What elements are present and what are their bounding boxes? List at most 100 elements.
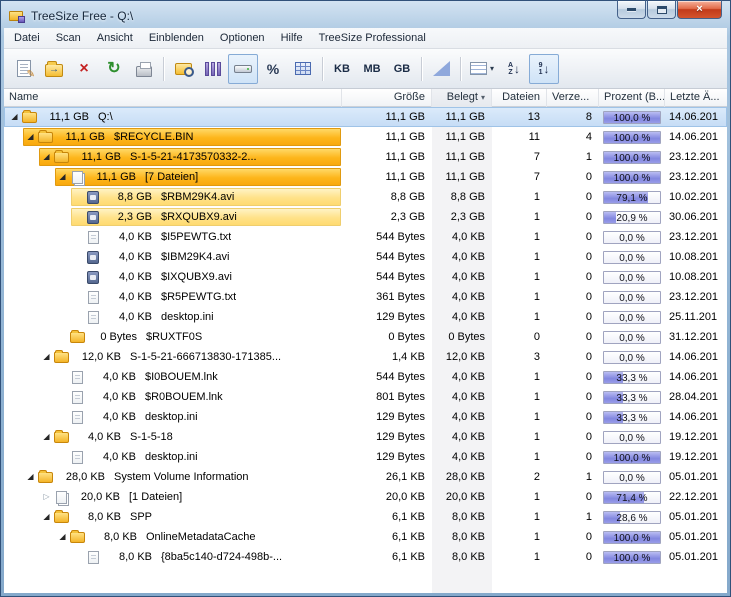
percent-value: 0,0 % [619, 312, 645, 324]
table-row[interactable]: 4,0 KB $I5PEWTG.txt 544 Bytes 4,0 KB 1 0 0,0 %… [4, 227, 727, 247]
column-header-belegt[interactable]: Belegt ▾ [432, 89, 492, 107]
table-row[interactable]: ▷ 20,0 KB [1 Dateien] 20,0 KB 20,0 KB 1 0 71,4 … [4, 487, 727, 507]
grid-view-button[interactable] [288, 54, 318, 84]
name-cell: ◢ 8,0 KB OnlineMetadataCache [4, 527, 342, 547]
file-icon [88, 310, 99, 324]
column-header-gr-e[interactable]: Größe [342, 89, 432, 107]
export-report-button[interactable] [9, 54, 39, 84]
date-cell: 14.06.201 [669, 131, 718, 143]
table-row[interactable]: 2,3 GB $RXQUBX9.avi 2,3 GB 2,3 GB 1 0 20,9 % 30… [4, 207, 727, 227]
menu-item-einblenden[interactable]: Einblenden [141, 29, 212, 47]
name-cell: 4,0 KB $I5PEWTG.txt [4, 227, 342, 247]
table-row[interactable]: ◢ 28,0 KB System Volume Information 26,1 KB… [4, 467, 727, 487]
percent-bar: 0,0 % [603, 330, 661, 344]
percent-bar: 79,1 % [603, 190, 661, 204]
percent-bar: 100,0 % [603, 530, 661, 544]
unit-mb-button[interactable]: MB [357, 54, 387, 84]
table-row[interactable]: ◢ 4,0 KB S-1-5-18 129 Bytes 4,0 KB 1 0 0,0 % 19.… [4, 427, 727, 447]
table-row[interactable]: 8,8 GB $RBM29K4.avi 8,8 GB 8,8 GB 1 0 79,1 % 10… [4, 187, 727, 207]
verze-cell: 0 [585, 551, 592, 563]
item-size-label: 11,1 GB [96, 171, 136, 183]
table-row[interactable]: ◢ 8,0 KB SPP 6,1 KB 8,0 KB 1 1 28,6 % 05.01.201 [4, 507, 727, 527]
app-window: TreeSize Free - Q:\ × Datei Scan Ansicht Ei… [0, 0, 731, 597]
belegt-cell: 2,3 GB [450, 211, 485, 223]
column-header-name[interactable]: Name [4, 89, 342, 107]
search-button[interactable] [168, 54, 198, 84]
columns-view-button[interactable] [198, 54, 228, 84]
tree-expander-icon[interactable]: ◢ [56, 173, 69, 181]
column-header-prozent-b[interactable]: Prozent (B... [599, 89, 665, 107]
close-button[interactable]: × [677, 0, 722, 19]
minimize-button[interactable] [617, 0, 646, 19]
groesse-cell: 544 Bytes [376, 251, 425, 263]
percent-value: 0,0 % [619, 272, 645, 284]
groesse-cell: 11,1 GB [385, 151, 425, 163]
print-icon [136, 61, 152, 77]
view-mode-button[interactable]: ▾ [465, 54, 499, 84]
sort-alpha-button[interactable]: A Z ↓ [499, 54, 529, 84]
percent-view-button[interactable]: % [258, 54, 288, 84]
row-highlight: 0 Bytes $RUXTF0S [55, 328, 341, 346]
tree-expander-icon[interactable]: ◢ [40, 513, 53, 521]
table-row[interactable]: 4,0 KB desktop.ini 129 Bytes 4,0 KB 1 0 0,0 % 2… [4, 307, 727, 327]
name-cell: ◢ 28,0 KB System Volume Information [4, 467, 342, 487]
menu-item-ansicht[interactable]: Ansicht [89, 29, 141, 47]
menu-item-treesize-professional[interactable]: TreeSize Professional [311, 29, 434, 47]
column-header-verze[interactable]: Verze... [547, 89, 599, 107]
tree-expander-icon[interactable]: ◢ [40, 433, 53, 441]
refresh-button[interactable]: ↻ [99, 54, 129, 84]
menubar: Datei Scan Ansicht Einblenden Optionen Hilfe T… [4, 28, 727, 49]
tree-expander-icon[interactable]: ◢ [24, 473, 37, 481]
table-row[interactable]: ◢ 11,1 GB S-1-5-21-4173570332-2... 11,1 GB 1… [4, 147, 727, 167]
table-row[interactable]: 0 Bytes $RUXTF0S 0 Bytes 0 Bytes 0 0 0,0 % 31.1… [4, 327, 727, 347]
tree-expander-icon[interactable]: ◢ [40, 153, 53, 161]
table-row[interactable]: 4,0 KB $IXQUBX9.avi 544 Bytes 4,0 KB 1 0 0,0 %… [4, 267, 727, 287]
toolbar: ×↻% KBMBGB ▾AZ↓91↓ [4, 49, 727, 89]
date-cell: 30.06.201 [669, 211, 718, 223]
name-cell: ◢ 8,0 KB SPP [4, 507, 342, 527]
tree-expander-icon[interactable]: ◢ [40, 353, 53, 361]
table-row[interactable]: ◢ 8,0 KB OnlineMetadataCache 6,1 KB 8,0 KB 1 0… [4, 527, 727, 547]
tree-expander-icon[interactable]: ▷ [40, 493, 53, 501]
item-name: $IXQUBX9.avi [161, 271, 232, 283]
table-row[interactable]: ◢ 11,1 GB $RECYCLE.BIN 11,1 GB 11,1 GB 11 4 100… [4, 127, 727, 147]
table-row[interactable]: 4,0 KB $I0BOUEM.lnk 544 Bytes 4,0 KB 1 0 33,3 … [4, 367, 727, 387]
tree-expander-icon[interactable]: ◢ [56, 533, 69, 541]
table-row[interactable]: 4,0 KB desktop.ini 129 Bytes 4,0 KB 1 0 33,3 %… [4, 407, 727, 427]
maximize-button[interactable] [647, 0, 676, 19]
menu-item-datei[interactable]: Datei [6, 29, 48, 47]
sort-size-button[interactable]: 9 1 ↓ [529, 53, 560, 84]
print-button[interactable] [129, 54, 159, 84]
menu-item-optionen[interactable]: Optionen [212, 29, 273, 47]
groesse-cell: 20,0 KB [385, 491, 425, 503]
table-row[interactable]: ◢ 11,1 GB [7 Dateien] 11,1 GB 11,1 GB 7 0 100,0… [4, 167, 727, 187]
unit-kb-button[interactable]: KB [327, 54, 357, 84]
groesse-cell: 0 Bytes [388, 331, 425, 343]
table-row[interactable]: 4,0 KB $R0BOUEM.lnk 801 Bytes 4,0 KB 1 0 33,3 … [4, 387, 727, 407]
delete-button[interactable]: × [69, 54, 99, 84]
table-row[interactable]: ◢ 12,0 KB S-1-5-21-666713830-171385... 1,4 … [4, 347, 727, 367]
percent-cell: 100,0 % [599, 147, 665, 167]
column-header-letzte[interactable]: Letzte Ä... [665, 89, 727, 107]
name-cell: ◢ 11,1 GB Q:\ [4, 107, 342, 127]
table-row[interactable]: 8,0 KB {8ba5c140-d724-498b-... 6,1 KB 8,0 K… [4, 547, 727, 567]
table-row[interactable]: 4,0 KB desktop.ini 129 Bytes 4,0 KB 1 0 100,0 … [4, 447, 727, 467]
select-directory-button[interactable] [39, 54, 69, 84]
details-view-button[interactable] [228, 53, 258, 84]
tree-expander-icon[interactable]: ◢ [24, 133, 37, 141]
belegt-cell: 20,0 KB [445, 491, 485, 503]
unit-gb-button[interactable]: GB [387, 54, 417, 84]
verze-cell: 0 [585, 331, 592, 343]
chart-view-button[interactable] [426, 54, 456, 84]
tree-expander-icon[interactable]: ◢ [8, 113, 21, 121]
column-header-dateien[interactable]: Dateien [492, 89, 547, 107]
date-cell: 23.12.201 [669, 171, 718, 183]
belegt-cell: 11,1 GB [445, 151, 485, 163]
item-size-label: 8,8 GB [117, 191, 152, 203]
menu-item-scan[interactable]: Scan [48, 29, 89, 47]
table-row[interactable]: ◢ 11,1 GB Q:\ 11,1 GB 11,1 GB 13 8 100,0 % 14.06… [4, 107, 727, 127]
table-row[interactable]: 4,0 KB $IBM29K4.avi 544 Bytes 4,0 KB 1 0 0,0 %… [4, 247, 727, 267]
maximize-icon [656, 5, 667, 14]
table-row[interactable]: 4,0 KB $R5PEWTG.txt 361 Bytes 4,0 KB 1 0 0,0 %… [4, 287, 727, 307]
menu-item-hilfe[interactable]: Hilfe [273, 29, 311, 47]
